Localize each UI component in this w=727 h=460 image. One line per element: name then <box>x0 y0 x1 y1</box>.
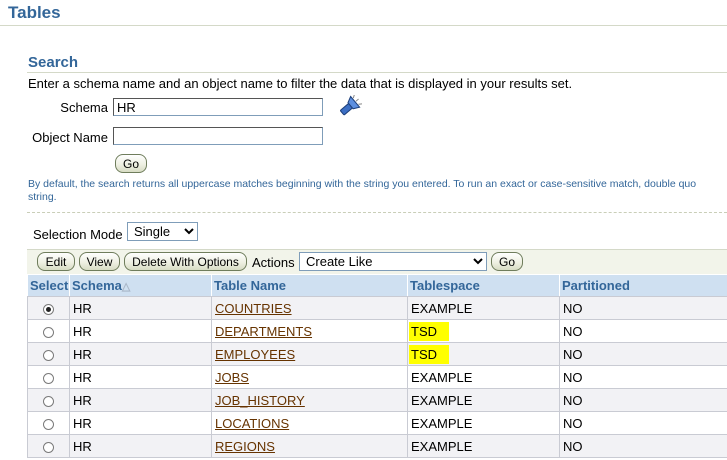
column-header-select: Select <box>27 274 70 297</box>
search-hint-line-1: By default, the search returns all upper… <box>28 178 697 190</box>
view-button[interactable]: View <box>79 252 120 271</box>
tablespace-value: EXAMPLE <box>411 438 473 454</box>
tablespace-value: EXAMPLE <box>411 392 473 408</box>
search-divider <box>27 72 727 73</box>
table-name-cell: JOB_HISTORY <box>211 388 408 412</box>
partitioned-cell: NO <box>559 365 727 389</box>
row-select-radio[interactable] <box>43 326 54 338</box>
tablespace-value: EXAMPLE <box>411 415 473 431</box>
schema-cell: HR <box>69 388 212 412</box>
tablespace-value: EXAMPLE <box>411 300 473 316</box>
section-divider <box>27 212 727 213</box>
partitioned-cell: NO <box>559 342 727 366</box>
column-header-schema-label: Schema <box>72 278 122 293</box>
selection-mode-label: Selection Mode <box>33 227 123 242</box>
column-header-partitioned[interactable]: Partitioned <box>559 274 727 297</box>
column-header-schema[interactable]: Schema△ <box>69 274 212 297</box>
schema-cell: HR <box>69 342 212 366</box>
flashlight-search-icon[interactable] <box>336 94 363 122</box>
row-select-radio[interactable] <box>43 395 54 407</box>
table-name-link[interactable]: EMPLOYEES <box>215 347 295 362</box>
table-name-link[interactable]: DEPARTMENTS <box>215 324 312 339</box>
select-cell <box>27 342 70 366</box>
table-name-cell: JOBS <box>211 365 408 389</box>
select-cell <box>27 319 70 343</box>
select-cell <box>27 365 70 389</box>
table-row: HR EMPLOYEES TSD NO <box>27 342 727 366</box>
table-name-cell: DEPARTMENTS <box>211 319 408 343</box>
tablespace-value-highlighted: TSD <box>409 321 449 341</box>
actions-go-button[interactable]: Go <box>491 252 523 271</box>
table-header-row: Select Schema△ Table Name Tablespace Par… <box>27 274 727 297</box>
table-row: HR JOB_HISTORY EXAMPLE NO <box>27 388 727 412</box>
table-name-link[interactable]: REGIONS <box>215 439 275 454</box>
edit-button[interactable]: Edit <box>37 252 75 271</box>
tablespace-cell: EXAMPLE <box>407 365 560 389</box>
tablespace-cell: TSD <box>407 342 560 366</box>
partitioned-cell: NO <box>559 388 727 412</box>
table-name-link[interactable]: LOCATIONS <box>215 416 289 431</box>
tablespace-cell: EXAMPLE <box>407 411 560 435</box>
table-row: HR COUNTRIES EXAMPLE NO <box>27 296 727 320</box>
schema-label: Schema <box>60 100 108 115</box>
actions-select[interactable]: Create Like <box>299 252 487 271</box>
search-go-button[interactable]: Go <box>115 154 147 173</box>
tablespace-cell: EXAMPLE <box>407 296 560 320</box>
tables-results-table: Select Schema△ Table Name Tablespace Par… <box>27 274 727 458</box>
actions-label: Actions <box>252 255 295 270</box>
row-select-radio[interactable] <box>43 303 54 315</box>
table-name-cell: EMPLOYEES <box>211 342 408 366</box>
schema-input[interactable] <box>113 98 323 116</box>
object-name-label: Object Name <box>32 130 108 145</box>
search-hint-line-2: string. <box>28 191 57 203</box>
selection-mode-select[interactable]: Single <box>127 222 198 241</box>
table-row: HR REGIONS EXAMPLE NO <box>27 434 727 458</box>
row-select-radio[interactable] <box>43 441 54 453</box>
tablespace-cell: TSD <box>407 319 560 343</box>
object-name-input[interactable] <box>113 127 323 145</box>
schema-cell: HR <box>69 296 212 320</box>
partitioned-cell: NO <box>559 319 727 343</box>
table-name-link[interactable]: JOB_HISTORY <box>215 393 305 408</box>
table-row: HR DEPARTMENTS TSD NO <box>27 319 727 343</box>
delete-with-options-button[interactable]: Delete With Options <box>124 252 247 271</box>
sort-ascending-icon: △ <box>121 281 131 293</box>
select-cell <box>27 388 70 412</box>
tablespace-value: EXAMPLE <box>411 369 473 385</box>
tablespace-cell: EXAMPLE <box>407 388 560 412</box>
tablespace-value-highlighted: TSD <box>409 344 449 364</box>
table-name-cell: COUNTRIES <box>211 296 408 320</box>
column-header-tablespace[interactable]: Tablespace <box>407 274 560 297</box>
table-name-cell: REGIONS <box>211 434 408 458</box>
row-select-radio[interactable] <box>43 349 54 361</box>
schema-cell: HR <box>69 365 212 389</box>
table-name-link[interactable]: JOBS <box>215 370 249 385</box>
table-row: HR JOBS EXAMPLE NO <box>27 365 727 389</box>
partitioned-cell: NO <box>559 296 727 320</box>
schema-cell: HR <box>69 434 212 458</box>
table-body: HR COUNTRIES EXAMPLE NO HR DEPARTMENTS TSD NO HR… <box>27 296 727 458</box>
search-instructions: Enter a schema name and an object name t… <box>28 76 573 91</box>
column-header-table-name[interactable]: Table Name <box>211 274 408 297</box>
title-divider <box>0 25 727 26</box>
select-cell <box>27 411 70 435</box>
table-row: HR LOCATIONS EXAMPLE NO <box>27 411 727 435</box>
search-hint: By default, the search returns all upper… <box>28 178 727 204</box>
row-select-radio[interactable] <box>43 418 54 430</box>
table-name-link[interactable]: COUNTRIES <box>215 301 292 316</box>
schema-cell: HR <box>69 319 212 343</box>
select-cell <box>27 296 70 320</box>
search-section-title: Search <box>28 54 79 71</box>
tablespace-cell: EXAMPLE <box>407 434 560 458</box>
page-title: Tables <box>8 3 61 22</box>
row-select-radio[interactable] <box>43 372 54 384</box>
select-cell <box>27 434 70 458</box>
schema-cell: HR <box>69 411 212 435</box>
partitioned-cell: NO <box>559 411 727 435</box>
table-name-cell: LOCATIONS <box>211 411 408 435</box>
partitioned-cell: NO <box>559 434 727 458</box>
